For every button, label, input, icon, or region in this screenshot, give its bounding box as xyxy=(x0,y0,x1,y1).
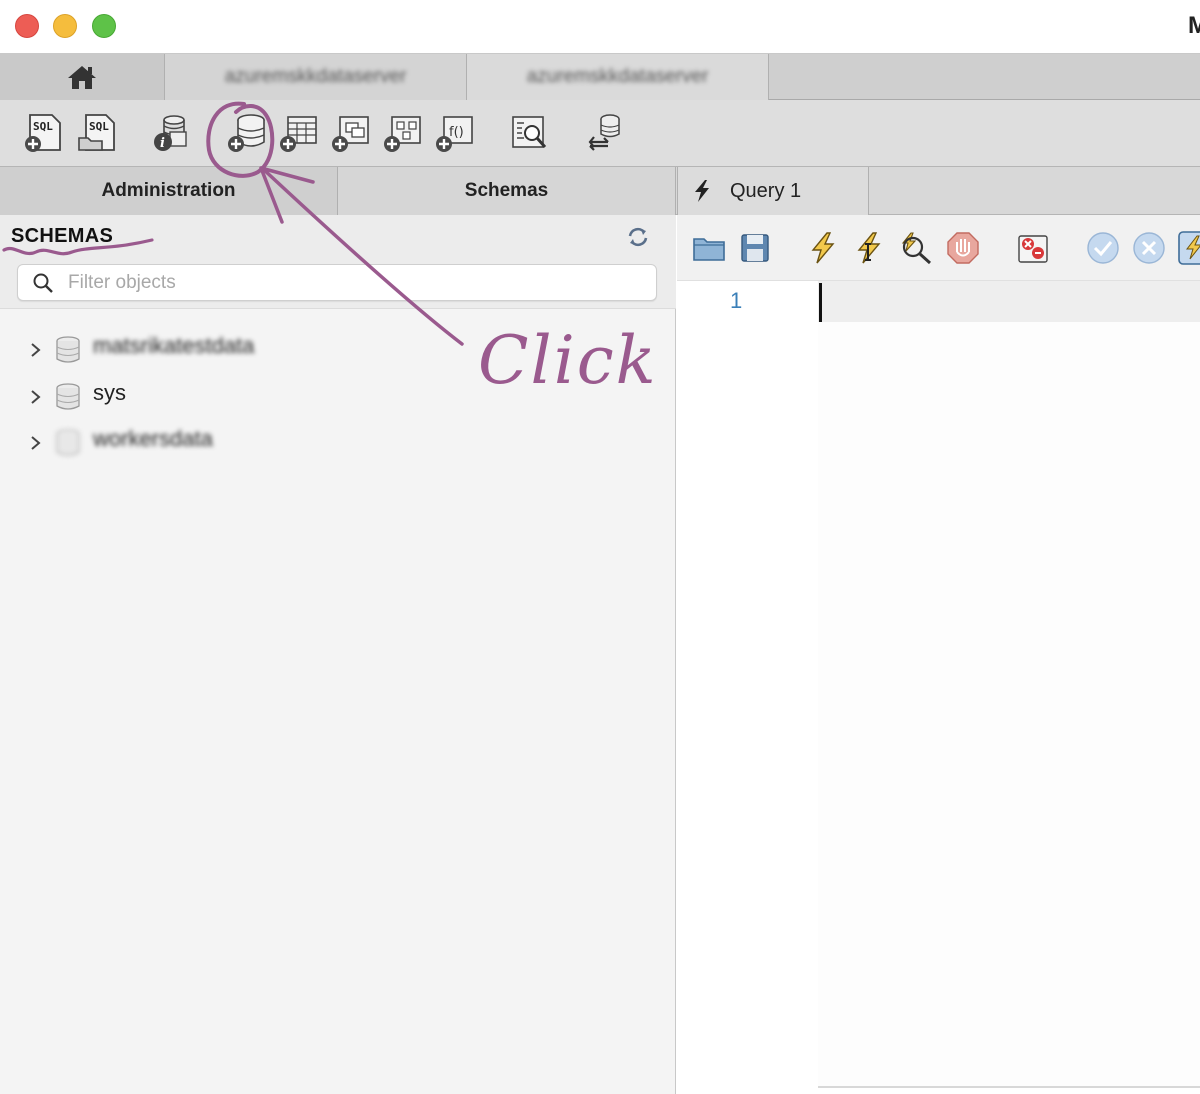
connection-tab-bar: azuremskkdataserver azuremskkdataserver xyxy=(0,54,1200,100)
open-file-icon[interactable] xyxy=(691,230,727,266)
filter-objects-box[interactable] xyxy=(17,264,657,301)
tab-query-1[interactable]: Query 1 xyxy=(677,167,869,215)
editor-bottom-border xyxy=(818,1086,1200,1088)
create-schema-icon[interactable] xyxy=(226,112,268,154)
toggle-stop-on-error-icon[interactable] xyxy=(1015,230,1051,266)
sql-editor[interactable] xyxy=(818,322,1200,1086)
search-icon xyxy=(33,273,53,293)
refresh-icon[interactable] xyxy=(626,225,650,249)
create-view-icon[interactable] xyxy=(330,112,372,154)
database-icon xyxy=(56,336,80,363)
line-number-gutter xyxy=(677,281,818,1086)
lightning-icon xyxy=(695,180,709,202)
tab-schemas[interactable]: Schemas xyxy=(338,167,676,215)
search-table-data-icon[interactable] xyxy=(508,112,550,154)
window-title-bar: M xyxy=(0,0,1200,54)
tab-administration[interactable]: Administration xyxy=(0,167,338,215)
stop-query-icon[interactable] xyxy=(945,230,981,266)
main-toolbar: SQL SQL i f() xyxy=(0,100,1200,167)
execute-query-icon[interactable] xyxy=(805,230,841,266)
sql-editor-toolbar xyxy=(677,215,1200,281)
create-function-icon[interactable]: f() xyxy=(434,112,476,154)
section-tab-bar: Administration Schemas Query 1 xyxy=(0,167,1200,215)
database-icon xyxy=(56,383,80,410)
new-sql-tab-icon[interactable]: SQL xyxy=(22,112,64,154)
home-icon xyxy=(68,66,96,89)
reconnect-dbms-icon[interactable] xyxy=(584,112,626,154)
close-window-button[interactable] xyxy=(15,14,39,38)
annotation-click-text: Click xyxy=(478,322,658,399)
line-number: 1 xyxy=(730,288,743,313)
minimize-window-button[interactable] xyxy=(53,14,77,38)
explain-query-icon[interactable] xyxy=(897,230,933,266)
chevron-right-icon[interactable] xyxy=(28,434,44,452)
save-icon[interactable] xyxy=(737,230,773,266)
current-line-highlight xyxy=(818,281,1200,322)
svg-text:f(): f() xyxy=(449,125,464,140)
schema-tree-item[interactable]: workersdata xyxy=(0,422,676,462)
database-icon xyxy=(56,429,80,456)
chevron-right-icon[interactable] xyxy=(28,341,44,359)
connection-tab-label: azuremskkdataserver xyxy=(526,66,709,87)
schema-inspector-icon[interactable]: i xyxy=(150,112,192,154)
commit-transaction-icon[interactable] xyxy=(1085,230,1121,266)
home-tab[interactable] xyxy=(0,54,165,100)
schemas-title: SCHEMAS xyxy=(11,225,114,247)
schema-name: sys xyxy=(93,380,126,405)
filter-objects-input[interactable] xyxy=(68,269,648,297)
rollback-transaction-icon[interactable] xyxy=(1131,230,1167,266)
connection-tab-1[interactable]: azuremskkdataserver xyxy=(165,54,467,100)
text-cursor xyxy=(819,283,822,322)
connection-tab-2[interactable]: azuremskkdataserver xyxy=(467,54,769,100)
auto-commit-icon[interactable] xyxy=(1177,230,1200,266)
schema-name: matsrikatestdata xyxy=(93,333,255,358)
query-tab-label: Query 1 xyxy=(730,179,802,202)
chevron-right-icon[interactable] xyxy=(28,388,44,406)
window-title: M xyxy=(1188,12,1200,39)
create-stored-procedure-icon[interactable] xyxy=(382,112,424,154)
zoom-window-button[interactable] xyxy=(92,14,116,38)
svg-text:SQL: SQL xyxy=(89,120,109,133)
execute-current-statement-icon[interactable] xyxy=(851,230,887,266)
open-sql-script-icon[interactable]: SQL xyxy=(76,112,118,154)
connection-tab-label: azuremskkdataserver xyxy=(224,66,407,87)
schema-name: workersdata xyxy=(93,426,213,451)
create-table-icon[interactable] xyxy=(278,112,320,154)
svg-text:SQL: SQL xyxy=(33,120,53,133)
sidebar-header: SCHEMAS xyxy=(0,215,676,309)
svg-text:i: i xyxy=(160,136,165,151)
